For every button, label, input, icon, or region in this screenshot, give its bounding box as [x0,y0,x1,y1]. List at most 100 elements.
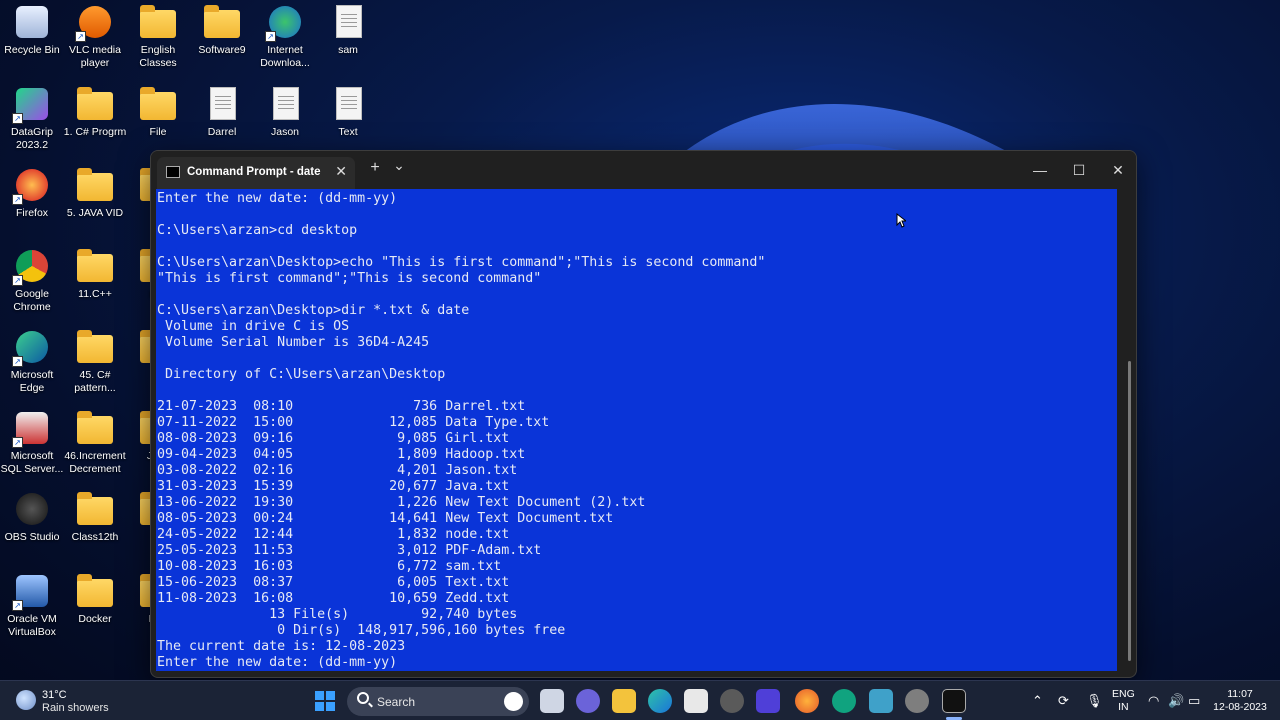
language-code: ENG [1112,688,1135,700]
teams-chat-icon[interactable] [576,689,600,713]
weather-description: Rain showers [42,702,109,714]
command-prompt-window[interactable]: Command Prompt - date ✕ + ⌄ — ☐ ✕ Enter … [150,150,1137,678]
github-icon[interactable] [720,689,744,713]
clock[interactable]: 11:07 12-08-2023 [1212,688,1268,714]
notepad-icon[interactable] [869,689,893,713]
desktop-icon[interactable]: Class12th [63,491,127,544]
console-line: 09-04-2023 04:05 1,809 Hadoop.txt [157,447,526,462]
datagrip-icon: ↗ [12,86,50,124]
firefox-icon: ↗ [12,167,50,205]
desktop-icon[interactable]: Recycle Bin [0,4,64,57]
desktop-icon[interactable]: ↗ Google Chrome [0,248,64,314]
desktop-icon[interactable]: Jason [253,86,317,139]
desktop-icon[interactable]: ↗ DataGrip 2023.2 [0,86,64,152]
console-output[interactable]: Enter the new date: (dd-mm-yy) C:\Users\a… [156,189,1117,671]
taskbar-search[interactable]: Search [347,687,529,716]
desktop-icon[interactable]: ↗ Microsoft SQL Server... [0,410,64,476]
desktop-icon[interactable]: OBS Studio [0,491,64,544]
title-bar[interactable]: Command Prompt - date ✕ + ⌄ — ☐ ✕ [151,151,1136,189]
desktop-icon[interactable]: ↗ Firefox [0,167,64,220]
desktop-icon-label: OBS Studio [4,531,60,543]
task-view-icon[interactable] [540,689,564,713]
desktop-icon-label: Internet Downloa... [260,44,310,69]
text-file-icon [330,4,366,40]
firefox-taskbar-icon[interactable] [795,689,819,713]
wifi-icon[interactable]: ◠ [1148,693,1159,709]
desktop-icon[interactable]: ↗ VLC media player [63,4,127,70]
tab-command-prompt[interactable]: Command Prompt - date ✕ [157,157,355,189]
desktop-icon[interactable]: Software9 [190,4,254,57]
desktop-icon-label: File [149,126,167,138]
desktop-icon-label: 11.C++ [78,288,112,300]
idm-icon: ↗ [265,4,303,42]
console-line: 08-05-2023 00:24 14,641 New Text Documen… [157,511,614,526]
desktop-icon-label: Recycle Bin [4,44,60,56]
shortcut-arrow-icon: ↗ [265,31,276,42]
obs-taskbar-icon[interactable] [905,689,929,713]
tab-dropdown-icon[interactable]: ⌄ [387,157,411,174]
console-line: 10-08-2023 16:03 6,772 sam.txt [157,559,502,574]
language-indicator[interactable]: ENG IN [1112,688,1135,714]
text-file-icon [330,86,366,122]
desktop-icon[interactable]: Docker [63,573,127,626]
console-line: 13 File(s) 92,740 bytes [157,607,518,622]
terminal-taskbar-icon[interactable] [942,689,966,713]
console-line: C:\Users\arzan\Desktop>echo "This is fir… [157,255,766,270]
maximize-button[interactable]: ☐ [1060,156,1098,184]
text-file-icon [267,86,303,122]
console-line: "This is first command";"This is second … [157,271,542,286]
text-file-icon [204,86,240,122]
clock-date: 12-08-2023 [1213,701,1267,713]
desktop-icon[interactable]: 11.C++ [63,248,127,301]
microphone-icon[interactable]: 🎙 [1086,693,1103,709]
desktop-icon-label: Microsoft Edge [10,369,54,394]
volume-icon[interactable]: 🔊 [1168,693,1184,709]
close-button[interactable]: ✕ [1099,156,1136,184]
tab-close-icon[interactable]: ✕ [335,163,347,180]
search-placeholder: Search [377,695,416,709]
desktop-icon[interactable]: English Classes [126,4,190,70]
chatgpt-icon[interactable] [832,689,856,713]
desktop-icon[interactable]: ↗ Oracle VM VirtualBox [0,573,64,639]
desktop-icon[interactable]: ↗ Microsoft Edge [0,329,64,395]
battery-icon[interactable]: ▭ [1188,693,1200,709]
desktop-icon-label: Google Chrome [13,288,51,313]
minimize-button[interactable]: — [1021,156,1059,184]
store-icon[interactable] [684,689,708,713]
console-line: 15-06-2023 08:37 6,005 Text.txt [157,575,510,590]
console-line: 25-05-2023 11:53 3,012 PDF-Adam.txt [157,543,542,558]
desktop-icon[interactable]: File [126,86,190,139]
desktop-icon[interactable]: sam [316,4,380,57]
chevron-up-icon[interactable]: ⌃ [1032,693,1043,709]
desktop-icon-label: 46.Increment Decrement [64,450,126,475]
tab-title: Command Prompt - date [187,166,321,178]
desktop-icon[interactable]: 45. C# pattern... [63,329,127,395]
sync-icon[interactable]: ⟳ [1058,693,1069,709]
folder-icon [77,573,113,609]
file-explorer-icon[interactable] [612,689,636,713]
visual-studio-icon[interactable] [756,689,780,713]
console-line: 24-05-2022 12:44 1,832 node.txt [157,527,510,542]
new-tab-button[interactable]: + [363,159,387,177]
chrome-icon: ↗ [12,248,50,286]
folder-icon [77,248,113,284]
desktop-icon[interactable]: Darrel [190,86,254,139]
sql-server-icon: ↗ [12,410,50,448]
recycle-bin-icon [14,4,50,40]
bing-icon[interactable] [504,692,523,711]
console-line: Volume in drive C is OS [157,319,350,334]
desktop-icon[interactable]: Text [316,86,380,139]
console-line: Directory of C:\Users\arzan\Desktop [157,367,446,382]
desktop-icon[interactable]: 5. JAVA VID [63,167,127,220]
desktop-icon[interactable]: ↗ Internet Downloa... [253,4,317,70]
desktop-icon[interactable]: 46.Increment Decrement [63,410,127,476]
start-button[interactable] [313,689,337,713]
edge-taskbar-icon[interactable] [648,689,672,713]
desktop-icon-label: Text [338,126,358,138]
desktop-icon[interactable]: 1. C# Progrm [63,86,127,139]
scrollbar[interactable] [1128,361,1131,661]
folder-icon [204,4,240,40]
vlc-icon: ↗ [75,4,113,42]
